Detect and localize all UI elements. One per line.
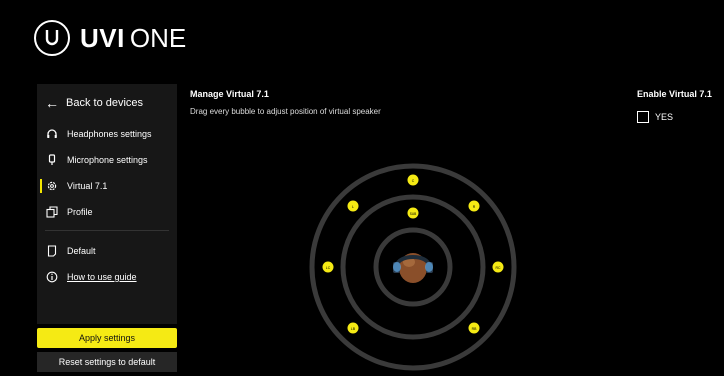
sidebar-item-virtual[interactable]: Virtual 7.1 [37,176,177,196]
arrow-left-icon: ← [45,95,59,111]
sidebar-item-headphones[interactable]: Headphones settings [37,124,177,144]
speaker-bubble-label: SUB [410,212,417,216]
back-to-devices-link[interactable]: ← Back to devices [45,92,143,114]
sidebar: ← Back to devices Headphones settings Mi… [37,84,177,324]
sidebar-item-default[interactable]: Default [37,241,177,261]
enable-virtual-toggle[interactable]: YES [637,111,673,123]
speaker-bubble-sub[interactable]: SUB [407,207,419,219]
uvi-one-logo: UVI ONE [34,16,186,60]
speaker-bubble-label: RC [495,266,501,270]
sidebar-item-profile[interactable]: Profile [37,202,177,222]
page-title: Manage Virtual 7.1 [190,89,269,99]
sidebar-item-label: Microphone settings [67,155,148,165]
sidebar-item-label: How to use guide [67,272,137,282]
speaker-bubble-rb[interactable]: RB [468,322,480,334]
sidebar-item-guide[interactable]: How to use guide [37,267,177,287]
headphones-icon [45,127,59,141]
brand-name-bold: UVI [80,22,125,53]
sidebar-item-microphone[interactable]: Microphone settings [37,150,177,170]
inner-ring [373,227,453,307]
back-label: Back to devices [66,97,144,109]
gear-icon [45,179,59,193]
document-icon [45,244,59,258]
sidebar-item-label: Default [67,246,96,256]
reset-settings-button[interactable]: Reset settings to default [37,352,177,372]
sidebar-divider [45,230,169,231]
speaker-bubble-c[interactable]: C [407,174,419,186]
speaker-bubble-r[interactable]: R [468,200,480,212]
listener-head-icon [393,253,433,283]
profile-copy-icon [45,205,59,219]
sidebar-item-label: Virtual 7.1 [67,181,108,191]
speaker-bubble-label: LC [326,266,331,270]
speaker-bubble-l[interactable]: L [347,200,359,212]
uvi-logo-icon [34,20,70,56]
info-icon [45,270,59,284]
speaker-bubble-rc[interactable]: RC [492,261,504,273]
apply-settings-button[interactable]: Apply settings [37,328,177,348]
speaker-bubble-lc[interactable]: LC [322,261,334,273]
sidebar-item-label: Profile [67,207,93,217]
brand-name-light: ONE [129,22,187,53]
outer-ring [309,163,517,371]
microphone-icon [45,153,59,167]
speaker-bubble-label: RB [472,327,478,331]
enable-checkbox[interactable] [637,111,649,123]
enable-option-label: YES [655,112,674,122]
speaker-bubble-label: L [352,205,354,209]
page-subtitle: Drag every bubble to adjust position of … [190,107,381,116]
enable-virtual-title: Enable Virtual 7.1 [637,89,712,99]
speaker-bubble-label: LB [351,327,356,331]
sidebar-item-label: Headphones settings [67,129,152,139]
speaker-bubble-lb[interactable]: LB [347,322,359,334]
